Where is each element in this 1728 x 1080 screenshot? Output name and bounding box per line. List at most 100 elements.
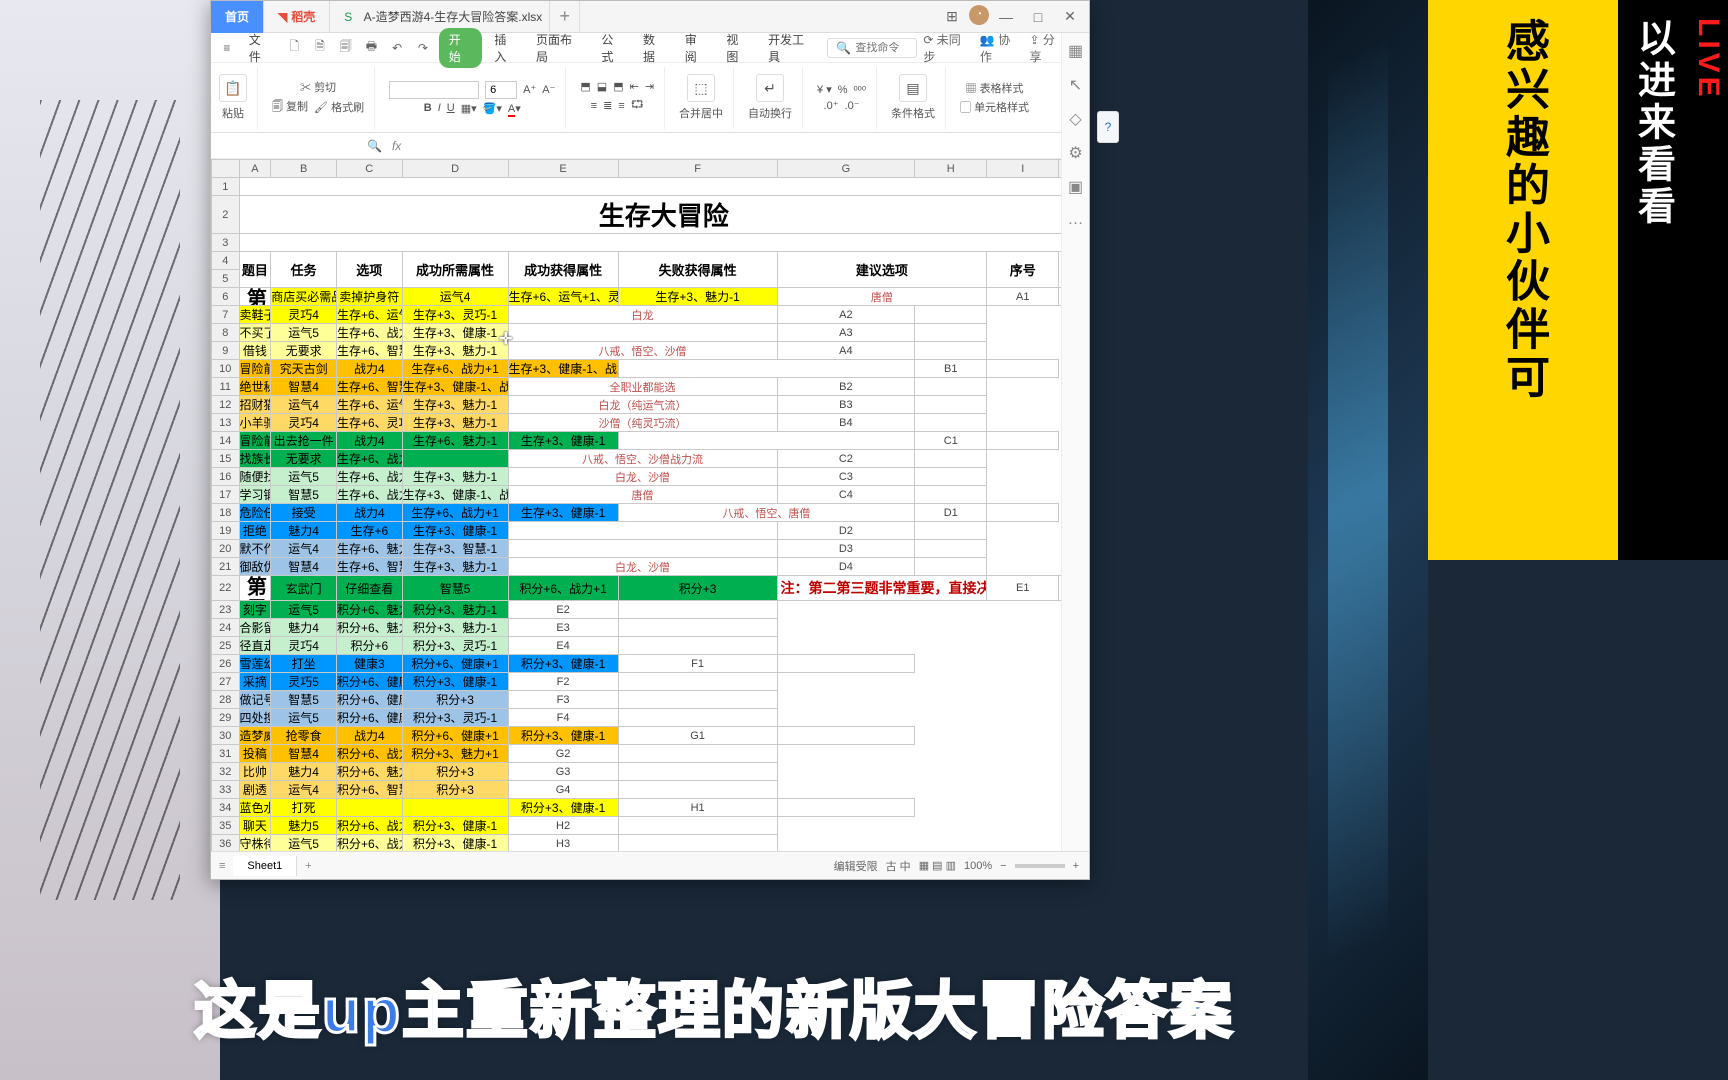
ribbon-tab-review[interactable]: 审阅 bbox=[679, 29, 715, 67]
border-icon[interactable]: ▦▾ bbox=[461, 102, 477, 115]
col-header-E[interactable]: E bbox=[508, 160, 618, 178]
currency-icon[interactable]: ¥ ▾ bbox=[817, 83, 832, 96]
orientation-icon[interactable]: ⮔ bbox=[631, 96, 644, 115]
cut-button[interactable]: ✂ 剪切 bbox=[300, 79, 336, 95]
percent-icon[interactable]: % bbox=[838, 84, 848, 96]
align-left-icon[interactable]: ≡ bbox=[591, 100, 597, 112]
collab-button[interactable]: 👥 协作 bbox=[980, 31, 1022, 65]
row-header[interactable]: 18 bbox=[212, 504, 240, 522]
tab-new[interactable]: + bbox=[550, 1, 580, 33]
inc-dec-icon[interactable]: .0⁺ bbox=[824, 99, 839, 112]
rail-icon-6[interactable]: … bbox=[1068, 211, 1084, 229]
qat-open-icon[interactable]: 🗎 bbox=[310, 38, 330, 58]
file-menu[interactable]: 文件 bbox=[243, 29, 279, 67]
row-header[interactable]: 25 bbox=[212, 637, 240, 655]
row-header[interactable]: 1 bbox=[212, 178, 240, 196]
zoom-slider[interactable] bbox=[1015, 864, 1065, 868]
command-search-input[interactable] bbox=[855, 42, 915, 54]
ribbon-tab-insert[interactable]: 插入 bbox=[488, 29, 524, 67]
help-icon[interactable]: ? bbox=[1105, 120, 1112, 134]
ribbon-tab-formula[interactable]: 公式 bbox=[595, 29, 631, 67]
rail-icon-2[interactable]: ↖ bbox=[1069, 75, 1082, 95]
command-search[interactable]: 🔍 bbox=[827, 38, 917, 58]
font-color-icon[interactable]: A▾ bbox=[508, 102, 521, 115]
ribbon-tab-dev[interactable]: 开发工具 bbox=[762, 29, 821, 67]
rail-icon-3[interactable]: ◇ bbox=[1069, 109, 1081, 129]
rail-icon-1[interactable]: ▦ bbox=[1068, 41, 1083, 61]
qat-print-icon[interactable]: 🖶 bbox=[362, 38, 382, 58]
zoom-out-icon[interactable]: − bbox=[1000, 860, 1006, 872]
tab-danke[interactable]: ◥稻壳 bbox=[264, 1, 330, 33]
sheet-nav-icon[interactable]: ≡ bbox=[211, 860, 233, 872]
col-header-B[interactable]: B bbox=[271, 160, 337, 178]
bold-button[interactable]: B bbox=[424, 102, 432, 114]
align-bot-icon[interactable]: ⬒ bbox=[613, 80, 623, 93]
row-header[interactable]: 12 bbox=[212, 396, 240, 414]
align-right-icon[interactable]: ≡ bbox=[618, 100, 624, 112]
zoom-level[interactable]: 100% bbox=[964, 860, 992, 872]
row-header[interactable]: 15 bbox=[212, 450, 240, 468]
cond-format-icon[interactable]: ▤ bbox=[899, 74, 927, 102]
view-icons[interactable]: ▦ ▤ ▥ bbox=[919, 859, 956, 872]
row-header[interactable]: 14 bbox=[212, 432, 240, 450]
zoom-in-icon[interactable]: + bbox=[1073, 860, 1079, 872]
row-header[interactable]: 35 bbox=[212, 817, 240, 835]
row-header[interactable]: 11 bbox=[212, 378, 240, 396]
col-header-C[interactable]: C bbox=[336, 160, 402, 178]
col-header-G[interactable]: G bbox=[777, 160, 915, 178]
window-close[interactable]: ✕ bbox=[1055, 5, 1085, 29]
format-painter-button[interactable]: 🖌 格式刷 bbox=[314, 99, 364, 115]
row-header[interactable]: 22 bbox=[212, 576, 240, 601]
avatar-icon[interactable]: ◔ bbox=[969, 5, 989, 25]
row-header[interactable]: 17 bbox=[212, 486, 240, 504]
increase-font-icon[interactable]: A⁺ bbox=[523, 83, 536, 96]
table-style-button[interactable]: ▦ 表格样式 bbox=[966, 80, 1024, 96]
indent-dec-icon[interactable]: ⇤ bbox=[630, 80, 639, 93]
indent-inc-icon[interactable]: ⇥ bbox=[645, 80, 654, 93]
dec-dec-icon[interactable]: .0⁻ bbox=[845, 99, 860, 112]
qat-save-icon[interactable]: 🗐 bbox=[336, 38, 356, 58]
underline-button[interactable]: U bbox=[447, 102, 455, 114]
row-header[interactable]: 28 bbox=[212, 691, 240, 709]
row-header[interactable]: 21 bbox=[212, 558, 240, 576]
ribbon-tab-start[interactable]: 开始 bbox=[439, 28, 483, 68]
row-header[interactable]: 33 bbox=[212, 781, 240, 799]
qat-redo-icon[interactable]: ↷ bbox=[413, 38, 433, 58]
row-header[interactable]: 32 bbox=[212, 763, 240, 781]
qat-undo-icon[interactable]: ↶ bbox=[387, 38, 407, 58]
merge-icon[interactable]: ⬚ bbox=[687, 74, 715, 102]
decrease-font-icon[interactable]: A⁻ bbox=[542, 83, 555, 96]
sync-status[interactable]: ⟳ 未同步 bbox=[923, 31, 972, 65]
add-sheet-icon[interactable]: + bbox=[297, 860, 319, 872]
tab-file[interactable]: S A-造梦西游4-生存大冒险答案.xlsx × bbox=[330, 1, 550, 33]
row-header[interactable]: 34 bbox=[212, 799, 240, 817]
row-header[interactable]: 6 bbox=[212, 288, 240, 306]
sheet-tab-1[interactable]: Sheet1 bbox=[233, 856, 297, 876]
sheet-grid[interactable]: ABCDEFGHIJ12生存大冒险34 题目 任务 选项 成功所需属性 成功获得… bbox=[211, 159, 1089, 851]
col-header-F[interactable]: F bbox=[618, 160, 777, 178]
row-header[interactable]: 30 bbox=[212, 727, 240, 745]
row-header[interactable]: 29 bbox=[212, 709, 240, 727]
row-header[interactable]: 3 bbox=[212, 234, 240, 252]
row-header[interactable]: 27 bbox=[212, 673, 240, 691]
comma-icon[interactable]: ᵒᵒᵒ bbox=[854, 84, 866, 96]
window-maximize[interactable]: □ bbox=[1023, 5, 1053, 29]
rail-icon-5[interactable]: ▣ bbox=[1068, 177, 1083, 197]
fill-color-icon[interactable]: 🪣▾ bbox=[483, 102, 502, 115]
row-header[interactable]: 9 bbox=[212, 342, 240, 360]
col-header-D[interactable]: D bbox=[402, 160, 508, 178]
formula-input[interactable] bbox=[411, 138, 1083, 153]
col-header-H[interactable]: H bbox=[915, 160, 987, 178]
align-mid-icon[interactable]: ⬓ bbox=[597, 80, 607, 93]
font-size[interactable] bbox=[485, 81, 517, 99]
align-top-icon[interactable]: ⬒ bbox=[580, 80, 590, 93]
row-header[interactable]: 31 bbox=[212, 745, 240, 763]
fx-icon[interactable]: 🔍 bbox=[367, 139, 382, 153]
menu-icon[interactable]: ≡ bbox=[217, 38, 237, 58]
row-header[interactable]: 20 bbox=[212, 540, 240, 558]
tab-home[interactable]: 首页 bbox=[211, 1, 264, 33]
row-header[interactable]: 10 bbox=[212, 360, 240, 378]
qat-new-icon[interactable]: 🗋 bbox=[284, 38, 304, 58]
app-menu-icon[interactable]: ⊞ bbox=[937, 5, 967, 29]
col-header-A[interactable]: A bbox=[239, 160, 271, 178]
